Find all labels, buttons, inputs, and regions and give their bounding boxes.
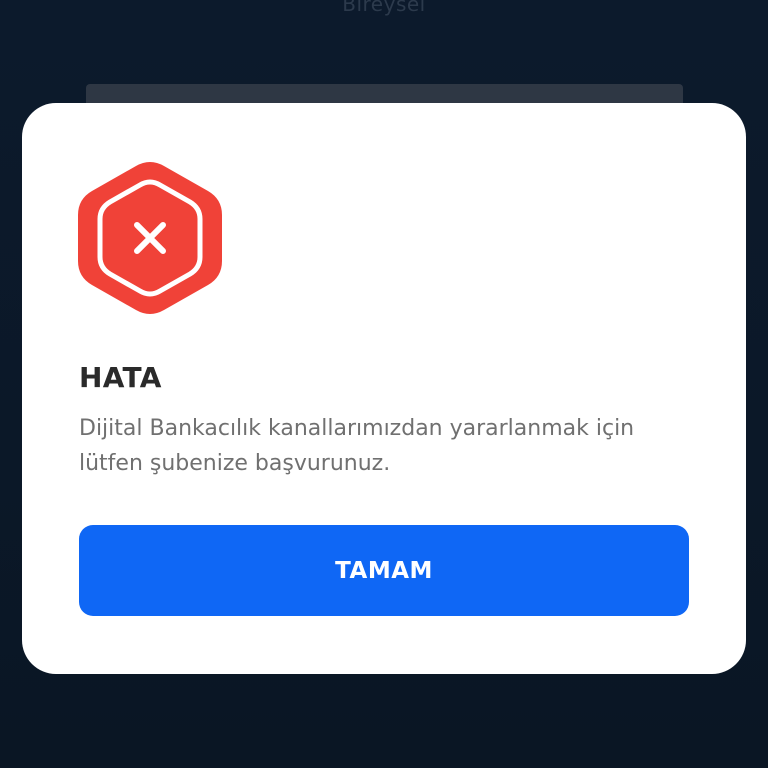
ok-button[interactable]: TAMAM [79,525,689,616]
background-page-title: Bireysel [342,0,426,16]
dialog-title: HATA [79,361,162,394]
dialog-message: Dijital Bankacılık kanallarımızdan yarar… [79,416,635,476]
error-hexagon-icon [78,159,222,317]
error-dialog: HATA Dijital Bankacılık kanallarımızdan … [22,103,746,674]
